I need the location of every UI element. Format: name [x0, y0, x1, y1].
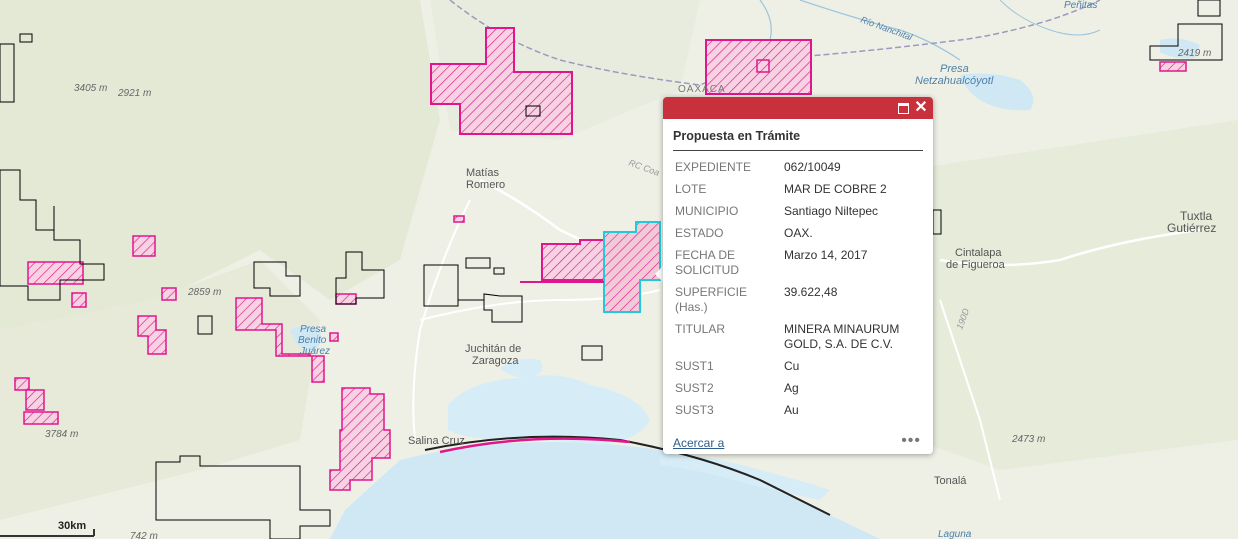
- scale-bar-line: [0, 535, 94, 537]
- water-label: Presa: [300, 324, 327, 335]
- concession-pending[interactable]: [453, 215, 465, 223]
- popup-footer: Acercar a •••: [673, 432, 923, 450]
- town-label: Tonalá: [934, 475, 967, 487]
- concession-pending[interactable]: [14, 377, 30, 391]
- water-label: Juárez: [299, 346, 330, 357]
- concession-pending[interactable]: [23, 411, 59, 425]
- attribute-value: Ag: [784, 381, 799, 395]
- attribute-value: OAX.: [784, 226, 813, 240]
- attribute-row: SUST1 Cu: [673, 356, 923, 378]
- water-label: Peñitas: [1064, 0, 1097, 11]
- concession-pending[interactable]: [71, 292, 87, 308]
- city-label: Salina Cruz: [408, 435, 465, 447]
- attribute-value: Santiago Niltepec: [784, 204, 879, 218]
- close-icon[interactable]: ✕: [913, 100, 929, 116]
- attribute-row: SUST2 Ag: [673, 378, 923, 400]
- water-label: Presa: [940, 63, 969, 75]
- attribute-value: Au: [784, 403, 799, 417]
- attribute-key: MUNICIPIO: [675, 204, 739, 218]
- attribute-row: MUNICIPIO Santiago Niltepec: [673, 201, 923, 223]
- attribute-value: MAR DE COBRE 2: [784, 182, 887, 196]
- scale-bar-label: 30km: [58, 520, 87, 532]
- town-label: Zaragoza: [472, 355, 519, 367]
- maximize-icon[interactable]: [895, 100, 911, 116]
- popup-title: Propuesta en Trámite: [673, 129, 923, 151]
- attribute-key: FECHA DE SOLICITUD: [675, 248, 740, 277]
- elevation-label: 2473 m: [1011, 434, 1045, 445]
- elevation-label: 2859 m: [187, 287, 221, 298]
- attribute-key: EXPEDIENTE: [675, 160, 752, 174]
- water-label: Laguna: [938, 529, 972, 539]
- attribute-key: ESTADO: [675, 226, 724, 240]
- elevation-label: 2419 m: [1177, 48, 1211, 59]
- map-canvas[interactable]: OAXACA Matías Romero Juchitán de Zaragoz…: [0, 0, 1238, 539]
- elevation-label: 3784 m: [45, 429, 78, 440]
- city-label: Gutiérrez: [1167, 221, 1216, 235]
- concession-pending[interactable]: [1159, 61, 1187, 72]
- attribute-row: SUST3 Au: [673, 400, 923, 422]
- attribute-table: EXPEDIENTE 062/10049 LOTE MAR DE COBRE 2 MUN…: [673, 157, 923, 422]
- attribute-key: SUPERFICIE (Has.): [675, 285, 748, 314]
- attribute-row: SUPERFICIE (Has.) 39.622,48: [673, 282, 923, 319]
- concession-pending[interactable]: [161, 287, 177, 301]
- more-options-icon[interactable]: •••: [901, 432, 921, 450]
- concession-pending[interactable]: [27, 261, 84, 285]
- elevation-label: 3405 m: [74, 83, 107, 94]
- town-label: Cintalapa: [955, 247, 1002, 259]
- zoom-to-link[interactable]: Acercar a: [673, 436, 724, 450]
- elevation-label: 742 m: [130, 531, 158, 539]
- scale-bar-tick: [93, 529, 95, 536]
- attribute-value: 062/10049: [784, 160, 841, 174]
- feature-popup: ✕ Propuesta en Trámite EXPEDIENTE 062/100…: [663, 97, 933, 454]
- state-label: OAXACA: [678, 84, 726, 95]
- attribute-row: LOTE MAR DE COBRE 2: [673, 179, 923, 201]
- elevation-label: 2921 m: [117, 88, 151, 99]
- attribute-key: LOTE: [675, 182, 707, 196]
- attribute-key: SUST2: [675, 381, 714, 395]
- water-label: Netzahualcóyotl: [915, 75, 994, 87]
- attribute-row: EXPEDIENTE 062/10049: [673, 157, 923, 179]
- town-label: Matías: [466, 167, 500, 179]
- concession-pending[interactable]: [329, 332, 339, 342]
- attribute-key: TITULAR: [675, 322, 726, 336]
- attribute-row: FECHA DE SOLICITUD Marzo 14, 2017: [673, 245, 923, 282]
- concession-pending[interactable]: [25, 389, 45, 411]
- concession-pending[interactable]: [132, 235, 156, 257]
- town-label: de Figueroa: [946, 259, 1006, 271]
- attribute-row: ESTADO OAX.: [673, 223, 923, 245]
- town-label: Juchitán de: [465, 343, 521, 355]
- attribute-key: SUST3: [675, 403, 714, 417]
- attribute-key: SUST1: [675, 359, 714, 373]
- attribute-value: MINERA MINAURUM GOLD, S.A. DE C.V.: [784, 322, 900, 351]
- scale-bar: 30km: [0, 520, 95, 537]
- town-label: Romero: [466, 179, 505, 191]
- attribute-value: Cu: [784, 359, 800, 373]
- water-label: Benito: [298, 335, 327, 346]
- attribute-value: 39.622,48: [784, 285, 838, 299]
- popup-header: ✕: [663, 97, 933, 119]
- attribute-row: TITULAR MINERA MINAURUM GOLD, S.A. DE C.V…: [673, 319, 923, 356]
- concession-pending[interactable]: [335, 293, 357, 305]
- attribute-value: Marzo 14, 2017: [784, 248, 868, 262]
- concession-pending[interactable]: [541, 239, 613, 281]
